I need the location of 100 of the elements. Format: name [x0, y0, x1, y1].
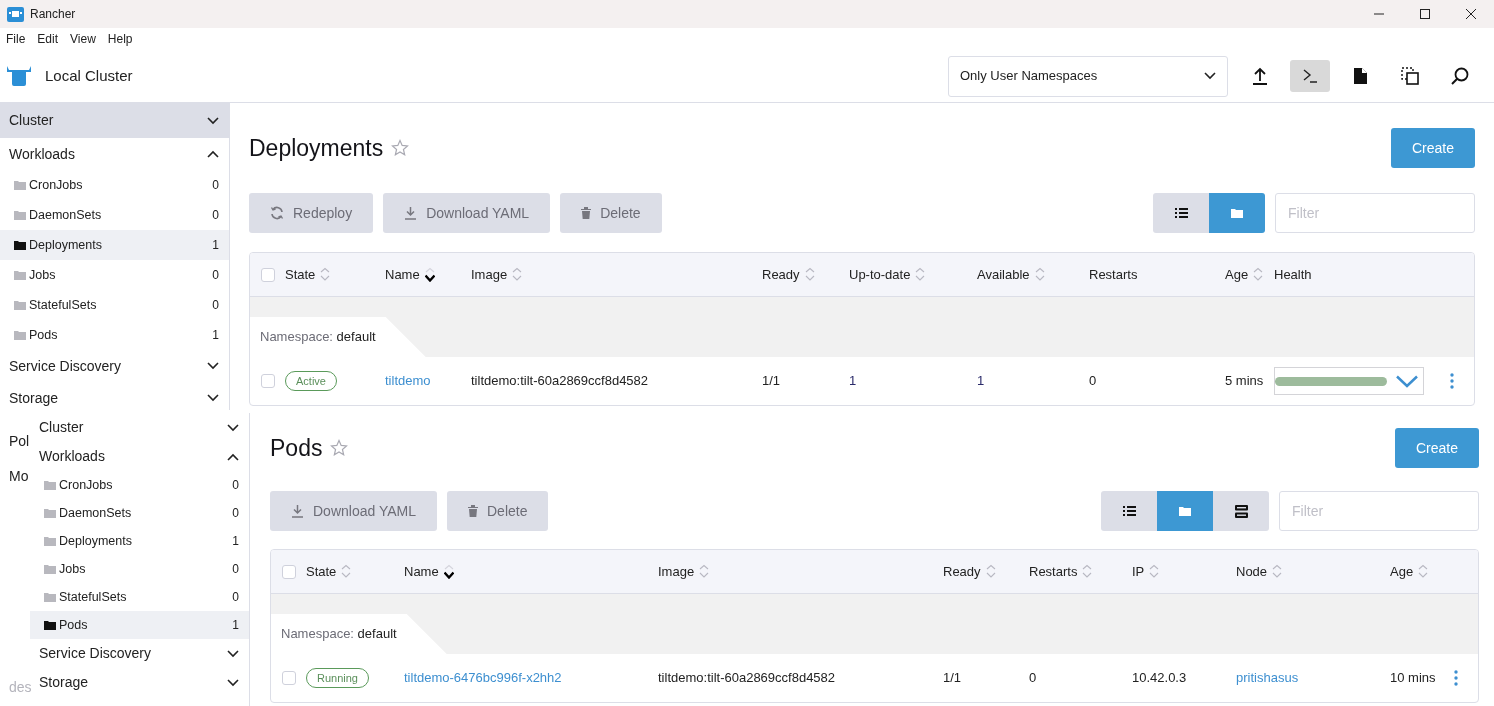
- upload-icon: [1252, 67, 1268, 85]
- chevron-down-icon: [207, 116, 219, 125]
- menu-item[interactable]: File: [6, 30, 26, 48]
- item-count: 0: [232, 561, 239, 578]
- filter-field[interactable]: Filter: [1275, 193, 1475, 233]
- folder-icon: [14, 180, 26, 190]
- table-cell-text: 10 mins: [1390, 669, 1436, 688]
- column-header[interactable]: Name: [385, 264, 435, 285]
- folder-icon: [14, 240, 26, 250]
- cluster-name: Local Cluster: [45, 65, 133, 86]
- view-toggle[interactable]: [1209, 193, 1265, 233]
- item-count: 1: [212, 237, 219, 254]
- sidebar-group[interactable]: Workloads: [0, 138, 229, 170]
- table-cell-text: 0: [1089, 372, 1097, 391]
- folder-icon: [1179, 506, 1191, 516]
- refresh-icon: [270, 206, 284, 220]
- copy-icon: [1401, 67, 1419, 85]
- column-header[interactable]: Ready: [762, 264, 815, 285]
- item-count: 0: [232, 505, 239, 522]
- table-cell-text: 1/1: [943, 669, 962, 688]
- sidebar-item[interactable]: Deployments 1: [0, 230, 229, 260]
- column-header[interactable]: Image: [471, 264, 523, 285]
- sidebar-item[interactable]: Pods 1: [30, 611, 249, 639]
- list-icon: [1174, 208, 1188, 218]
- column-header[interactable]: Age: [1390, 561, 1429, 582]
- app-logo-icon: [7, 6, 24, 22]
- folder-icon: [44, 536, 56, 546]
- item-count: 0: [232, 477, 239, 494]
- sidebar-item[interactable]: Jobs 0: [0, 260, 229, 290]
- item-count: 1: [232, 617, 239, 634]
- sidebar-group[interactable]: Storage: [0, 382, 229, 410]
- search-icon: [1451, 67, 1469, 85]
- sidebar-item[interactable]: DaemonSets 0: [30, 499, 249, 527]
- column-header[interactable]: Name: [404, 561, 454, 582]
- sidebar-item[interactable]: StatefulSets 0: [30, 583, 249, 611]
- chevron-down-icon: [227, 678, 239, 687]
- table-cell-text: 10.42.0.3: [1132, 669, 1187, 688]
- action-button[interactable]: Download YAML: [270, 491, 437, 531]
- checkbox[interactable]: [261, 267, 275, 282]
- column-header[interactable]: State: [285, 264, 331, 285]
- table-cell-text: 5 mins: [1225, 372, 1264, 391]
- action-button[interactable]: Download YAML: [383, 193, 551, 233]
- kebab-menu-icon[interactable]: [1450, 373, 1454, 389]
- view-toggle[interactable]: [1153, 193, 1209, 233]
- name-link[interactable]: tiltdemo-6476bc996f-x2hh2: [404, 668, 562, 688]
- chevron-down-icon: [207, 362, 219, 370]
- sidebar-item[interactable]: StatefulSets 0: [0, 290, 229, 320]
- action-button[interactable]: Delete: [447, 491, 549, 531]
- sidebar-item[interactable]: CronJobs 0: [0, 170, 229, 200]
- checkbox[interactable]: [282, 671, 296, 685]
- group-label: Namespace: default: [260, 328, 376, 347]
- table-cell-text: tiltdemo:tilt-60a2869ccf8d4582: [658, 669, 836, 688]
- sidebar-group[interactable]: Cluster: [30, 413, 249, 442]
- trash-icon: [581, 207, 592, 219]
- menu-item[interactable]: View: [70, 30, 96, 48]
- view-toggle[interactable]: [1101, 491, 1157, 531]
- column-header[interactable]: Available: [977, 264, 1045, 285]
- sidebar-group[interactable]: Storage: [30, 668, 249, 697]
- column-header: Restarts: [1089, 265, 1138, 284]
- item-count: 1: [212, 327, 219, 344]
- star-icon[interactable]: [391, 139, 410, 157]
- folder-icon: [44, 592, 56, 602]
- folder-icon: [44, 564, 56, 574]
- view-toggle[interactable]: [1213, 491, 1269, 531]
- sidebar-group[interactable]: Workloads: [30, 442, 249, 471]
- cow-logo-icon: [6, 65, 32, 87]
- sidebar-item[interactable]: CronJobs 0: [30, 471, 249, 499]
- name-link[interactable]: pritishasus: [1236, 668, 1299, 688]
- sidebar-item[interactable]: Jobs 0: [30, 555, 249, 583]
- column-header[interactable]: Up-to-date: [849, 264, 926, 285]
- checkbox[interactable]: [282, 564, 296, 579]
- kebab-menu-icon[interactable]: [1454, 670, 1458, 686]
- view-toggle[interactable]: [1157, 491, 1213, 531]
- filter-field[interactable]: Filter: [1279, 491, 1479, 531]
- name-link[interactable]: tiltdemo: [385, 371, 431, 391]
- menu-item[interactable]: Help: [107, 30, 133, 48]
- sidebar-group[interactable]: Cluster: [0, 103, 229, 138]
- namespace-select[interactable]: Only User Namespaces: [948, 55, 1228, 97]
- health-dropdown[interactable]: [1274, 367, 1424, 395]
- sidebar-group[interactable]: Service Discovery: [0, 350, 229, 382]
- column-header[interactable]: Node: [1236, 561, 1283, 582]
- sidebar-item[interactable]: DaemonSets 0: [0, 200, 229, 230]
- column-header[interactable]: Ready: [943, 561, 996, 582]
- column-header[interactable]: Age: [1225, 264, 1264, 285]
- sidebar-item[interactable]: Pods 1: [0, 320, 229, 350]
- action-button[interactable]: Delete: [560, 193, 662, 233]
- menu-item[interactable]: Edit: [37, 30, 59, 48]
- column-header[interactable]: Restarts: [1029, 561, 1093, 582]
- list-icon: [1122, 506, 1136, 516]
- download-icon: [291, 504, 304, 518]
- checkbox[interactable]: [261, 374, 275, 388]
- column-header: Health: [1274, 265, 1312, 284]
- column-header[interactable]: State: [306, 561, 352, 582]
- star-icon[interactable]: [330, 439, 349, 457]
- column-header[interactable]: Image: [658, 561, 710, 582]
- chevron-down-icon: [227, 649, 239, 658]
- column-header[interactable]: IP: [1132, 561, 1160, 582]
- sidebar-item[interactable]: Deployments 1: [30, 527, 249, 555]
- sidebar-group[interactable]: Service Discovery: [30, 639, 249, 668]
- action-button[interactable]: Redeploy: [249, 193, 374, 233]
